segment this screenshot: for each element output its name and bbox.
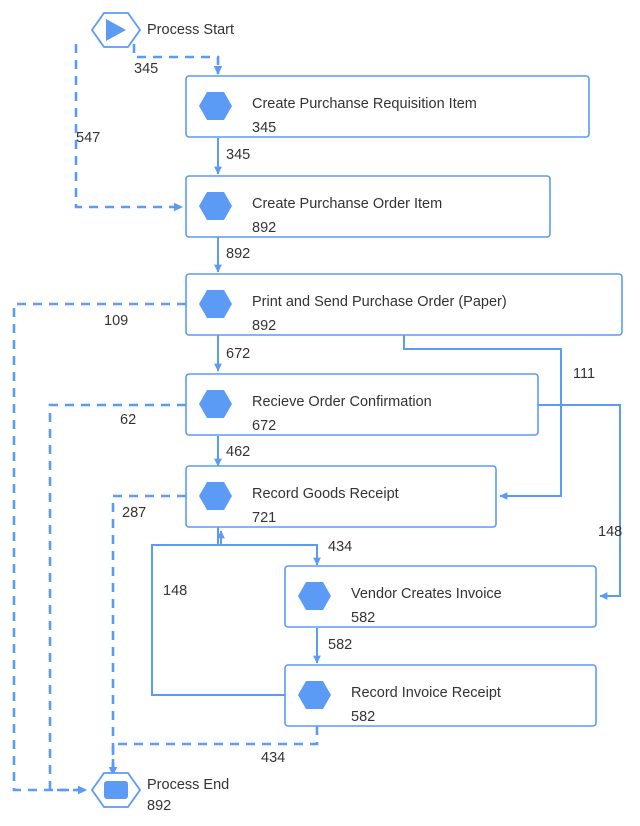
edge-label: 148 bbox=[598, 524, 622, 540]
node-count: 892 bbox=[252, 318, 276, 334]
node-recieve-order-confirmation[interactable]: Recieve Order Confirmation 672 bbox=[185, 373, 539, 436]
edge-label: 892 bbox=[226, 246, 250, 262]
node-record-invoice-receipt[interactable]: Record Invoice Receipt 582 bbox=[284, 664, 597, 727]
edge-label: 111 bbox=[573, 366, 595, 382]
edge-label: 345 bbox=[226, 147, 250, 163]
process-end-count: 892 bbox=[147, 798, 171, 814]
node-vendor-creates-invoice[interactable]: Vendor Creates Invoice 582 bbox=[284, 565, 597, 628]
node-print-and-send-purchase-order[interactable]: Print and Send Purchase Order (Paper) 89… bbox=[185, 273, 623, 336]
node-record-goods-receipt[interactable]: Record Goods Receipt 721 bbox=[185, 465, 497, 528]
edge-462: 462 bbox=[214, 436, 250, 467]
edge-148-left: 148 bbox=[151, 530, 285, 696]
node-create-purchase-requisition-item[interactable]: Create Purchanse Requisition Item 345 bbox=[185, 75, 590, 138]
edge-label: 109 bbox=[104, 313, 128, 329]
edge-label: 287 bbox=[122, 505, 146, 521]
node-label: Recieve Order Confirmation bbox=[252, 394, 432, 410]
edge-434-end: 434 bbox=[108, 726, 319, 776]
edge-label: 62 bbox=[120, 412, 136, 428]
edge-345: 345 bbox=[214, 138, 250, 175]
edge-434: 434 bbox=[217, 527, 352, 566]
edge-582: 582 bbox=[313, 628, 352, 664]
process-end-node[interactable]: Process End 892 bbox=[90, 772, 229, 814]
edge-547: 547 bbox=[74, 44, 183, 212]
process-end-label: Process End bbox=[147, 777, 229, 793]
edge-label: 434 bbox=[261, 750, 285, 766]
edge-672: 672 bbox=[214, 335, 250, 372]
node-create-purchase-order-item[interactable]: Create Purchanse Order Item 892 bbox=[185, 175, 551, 238]
stop-icon bbox=[104, 781, 128, 799]
process-flow-diagram: 547 345 345 892 109 672 111 62 148 462 2… bbox=[0, 0, 640, 826]
node-count: 721 bbox=[252, 510, 276, 526]
process-start-label: Process Start bbox=[147, 22, 234, 38]
edge-label: 582 bbox=[328, 637, 352, 653]
edge-label: 148 bbox=[163, 583, 187, 599]
node-label: Create Purchanse Requisition Item bbox=[252, 96, 477, 112]
node-count: 582 bbox=[351, 709, 375, 725]
edge-label: 345 bbox=[134, 61, 158, 77]
node-count: 892 bbox=[252, 220, 276, 236]
flow-canvas: 547 345 345 892 109 672 111 62 148 462 2… bbox=[12, 12, 623, 814]
node-label: Record Invoice Receipt bbox=[351, 685, 501, 701]
node-label: Record Goods Receipt bbox=[252, 486, 399, 502]
process-start-node[interactable]: Process Start bbox=[90, 12, 234, 48]
node-label: Create Purchanse Order Item bbox=[252, 196, 442, 212]
edge-287: 287 bbox=[108, 494, 186, 783]
edge-label: 462 bbox=[226, 444, 250, 460]
node-label: Vendor Creates Invoice bbox=[351, 586, 502, 602]
node-count: 345 bbox=[252, 120, 276, 136]
node-count: 582 bbox=[351, 610, 375, 626]
edge-label: 547 bbox=[76, 130, 100, 146]
edge-label: 672 bbox=[226, 346, 250, 362]
edge-892: 892 bbox=[214, 237, 250, 273]
edge-109: 109 bbox=[12, 302, 186, 795]
edge-345-start: 345 bbox=[132, 44, 223, 77]
node-count: 672 bbox=[252, 418, 276, 434]
node-label: Print and Send Purchase Order (Paper) bbox=[252, 294, 507, 310]
edge-label: 434 bbox=[328, 539, 352, 555]
